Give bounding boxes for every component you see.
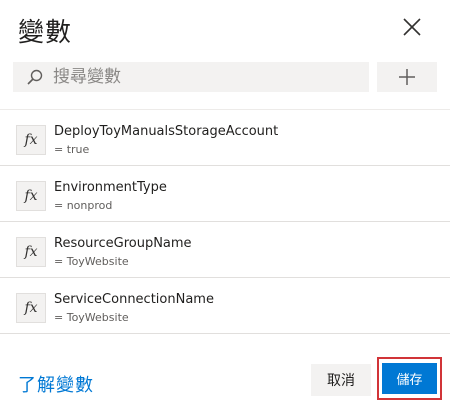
search-icon [27,69,43,85]
fx-icon: fx [16,125,46,155]
variable-name: ServiceConnectionName [54,292,214,307]
add-variable-button[interactable] [377,62,437,92]
close-button[interactable] [398,13,426,41]
fx-icon: fx [16,293,46,323]
variable-name: ResourceGroupName [54,236,192,251]
learn-about-variables-link[interactable]: 了解變數 [18,371,94,397]
search-box[interactable] [13,62,369,92]
fx-icon: fx [16,237,46,267]
search-input[interactable] [53,63,353,91]
fx-icon: fx [16,181,46,211]
variable-item[interactable]: fx ResourceGroupName = ToyWebsite [0,222,450,278]
save-button[interactable]: 儲存 [382,363,437,394]
variable-value: = true [54,143,90,156]
variable-value: = ToyWebsite [54,255,129,268]
plus-icon [399,69,415,85]
variable-value: = ToyWebsite [54,311,129,324]
variable-name: EnvironmentType [54,180,167,195]
close-icon [403,18,421,36]
panel-title: 變數 [18,18,73,48]
cancel-button[interactable]: 取消 [311,364,371,396]
variable-list: fx DeployToyManualsStorageAccount = true… [0,110,450,334]
variable-value: = nonprod [54,199,113,212]
variable-item[interactable]: fx EnvironmentType = nonprod [0,166,450,222]
variable-item[interactable]: fx ServiceConnectionName = ToyWebsite [0,278,450,334]
variable-name: DeployToyManualsStorageAccount [54,124,279,139]
variables-panel: 變數 fx DeployToyManualsStorageAccount = t… [0,0,450,403]
variable-item[interactable]: fx DeployToyManualsStorageAccount = true [0,110,450,166]
